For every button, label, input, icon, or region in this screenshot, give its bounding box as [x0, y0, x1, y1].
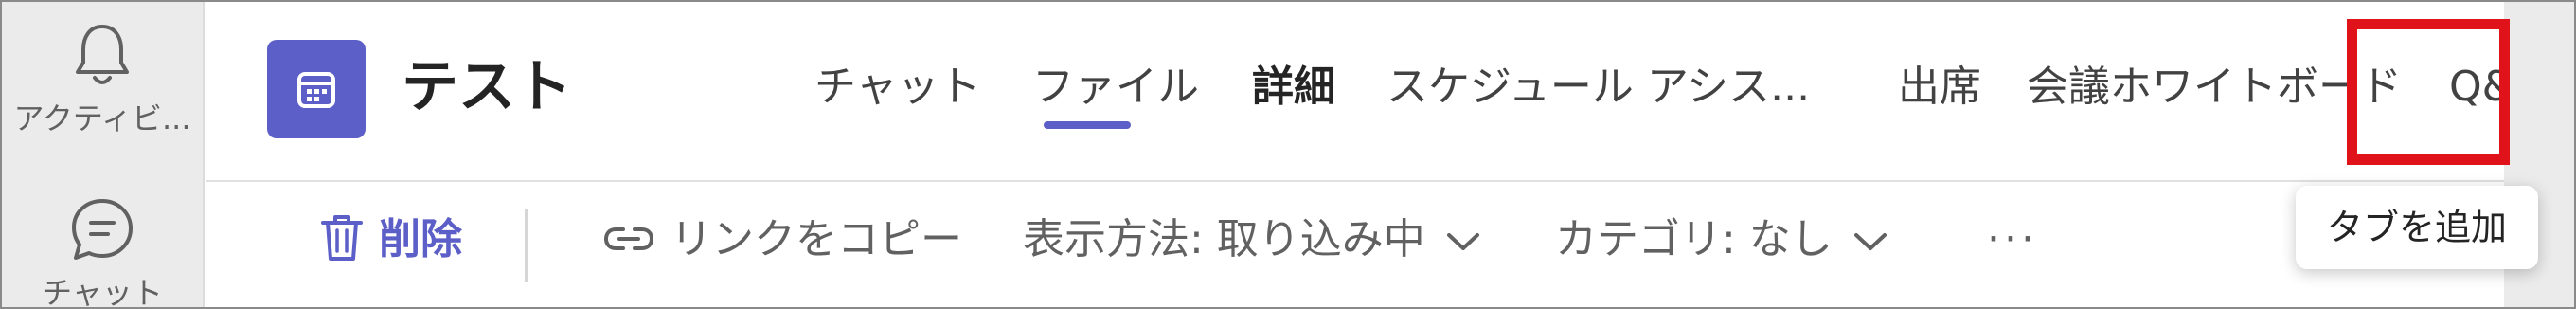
tab-chat[interactable]: チャット [814, 49, 981, 125]
bell-icon [76, 25, 129, 84]
copy-link-label: リンクをコピー [671, 215, 962, 264]
display-as-label: 表示方法: 取り込み中 [1023, 215, 1425, 264]
tab-details[interactable]: 詳細 [1252, 49, 1335, 125]
details-toolbar: 削除 リンクをコピー 表示方法: 取り込み中 カテゴリ: なし ··· [206, 184, 2504, 309]
tab-files[interactable]: ファイル [1032, 49, 1199, 125]
tab-scheduling-assistant[interactable]: スケジュール アシス... [1386, 49, 1810, 125]
calendar-icon [297, 72, 335, 108]
add-tab-tooltip: タブを追加 [2296, 186, 2538, 269]
meeting-title: テスト [402, 54, 572, 120]
more-options-button[interactable]: ··· [1987, 207, 2038, 273]
rail-item-label: チャット [42, 275, 163, 309]
meeting-header: テスト チャット ファイル 詳細 スケジュール アシス... 出席 会議ホワイト… [206, 0, 2576, 182]
active-tab-indicator [1044, 121, 1131, 129]
display-as-dropdown[interactable]: 表示方法: 取り込み中 [1023, 207, 1480, 273]
rail-item-chat[interactable]: チャット [0, 195, 205, 309]
trash-icon [321, 215, 363, 261]
chevron-down-icon [1446, 233, 1479, 250]
tab-attendance[interactable]: 出席 [1898, 49, 1981, 125]
category-dropdown[interactable]: カテゴリ: なし [1555, 207, 1887, 273]
annotation-highlight-box [2347, 19, 2510, 165]
left-rail: アクティビ... チャット [0, 0, 205, 309]
chevron-down-icon [1853, 233, 1887, 250]
tab-meeting-whiteboard[interactable]: 会議ホワイトボード [2027, 49, 2402, 125]
rail-item-label: アクティビ... [13, 100, 191, 136]
meeting-app-tile [267, 40, 366, 138]
chat-icon [72, 199, 133, 260]
category-label: カテゴリ: なし [1555, 215, 1833, 264]
toolbar-divider [525, 209, 528, 282]
copy-link-button[interactable]: リンクをコピー [602, 207, 962, 273]
delete-label: 削除 [379, 215, 462, 264]
link-icon [603, 227, 654, 250]
delete-button[interactable]: 削除 [320, 207, 462, 273]
rail-item-activity[interactable]: アクティビ... [0, 21, 205, 138]
more-options-icon: ··· [1987, 215, 2038, 264]
